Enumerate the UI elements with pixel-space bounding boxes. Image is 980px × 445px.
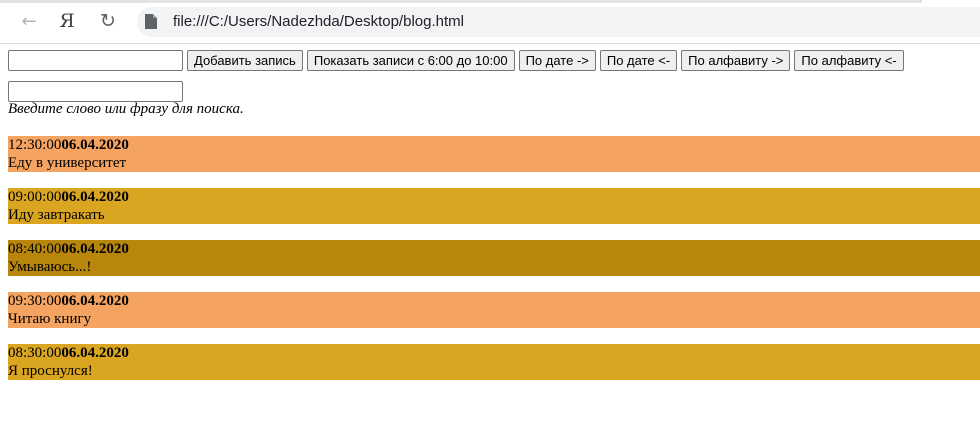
sort-date-asc-button[interactable]: По дате -> <box>518 50 596 71</box>
blog-post: 08:30:0006.04.2020 Я проснулся! <box>8 344 980 380</box>
post-time: 09:30:00 <box>8 293 62 309</box>
search-hint: Введите слово или фразу для поиска. <box>8 101 244 117</box>
entry-input[interactable] <box>8 50 183 71</box>
post-date: 06.04.2020 <box>61 137 129 153</box>
controls-row: Добавить запись Показать записи с 6:00 д… <box>8 50 904 71</box>
sort-alpha-desc-button[interactable]: По алфавиту <- <box>794 50 904 71</box>
browser-toolbar: ← Я ↻ file:///C:/Users/Nadezhda/Desktop/… <box>0 0 980 44</box>
url-text[interactable]: file:///C:/Users/Nadezhda/Desktop/blog.h… <box>173 13 464 30</box>
sort-date-desc-button[interactable]: По дате <- <box>599 50 678 71</box>
sort-alpha-asc-button[interactable]: По алфавиту -> <box>681 50 791 71</box>
post-text: Читаю книгу <box>8 311 92 327</box>
post-date: 06.04.2020 <box>61 241 129 257</box>
add-entry-button[interactable]: Добавить запись <box>187 50 303 71</box>
post-time: 12:30:00 <box>8 137 62 153</box>
tab-strip-edge <box>0 0 922 3</box>
yandex-icon[interactable]: Я <box>55 9 79 33</box>
post-time: 08:30:00 <box>8 345 62 361</box>
post-date: 06.04.2020 <box>61 293 129 309</box>
show-morning-button[interactable]: Показать записи с 6:00 до 10:00 <box>306 50 515 71</box>
post-time: 08:40:00 <box>8 241 62 257</box>
blog-post: 09:00:0006.04.2020 Иду завтракать <box>8 188 980 224</box>
post-text: Умываюсь...! <box>8 259 92 275</box>
post-text: Иду завтракать <box>8 207 105 223</box>
back-arrow-icon[interactable]: ← <box>17 9 41 33</box>
reload-icon[interactable]: ↻ <box>96 9 120 33</box>
post-date: 06.04.2020 <box>61 189 129 205</box>
post-date: 06.04.2020 <box>61 345 129 361</box>
post-text: Я проснулся! <box>8 363 93 379</box>
blog-post: 09:30:0006.04.2020 Читаю книгу <box>8 292 980 328</box>
blog-post: 08:40:0006.04.2020 Умываюсь...! <box>8 240 980 276</box>
address-bar[interactable]: file:///C:/Users/Nadezhda/Desktop/blog.h… <box>137 7 980 37</box>
blog-post: 12:30:0006.04.2020 Еду в университет <box>8 136 980 172</box>
search-input[interactable] <box>8 81 183 102</box>
file-icon <box>145 14 157 29</box>
post-time: 09:00:00 <box>8 189 62 205</box>
post-text: Еду в университет <box>8 155 127 171</box>
page-content: Добавить запись Показать записи с 6:00 д… <box>0 44 980 445</box>
search-wrap <box>8 81 183 102</box>
